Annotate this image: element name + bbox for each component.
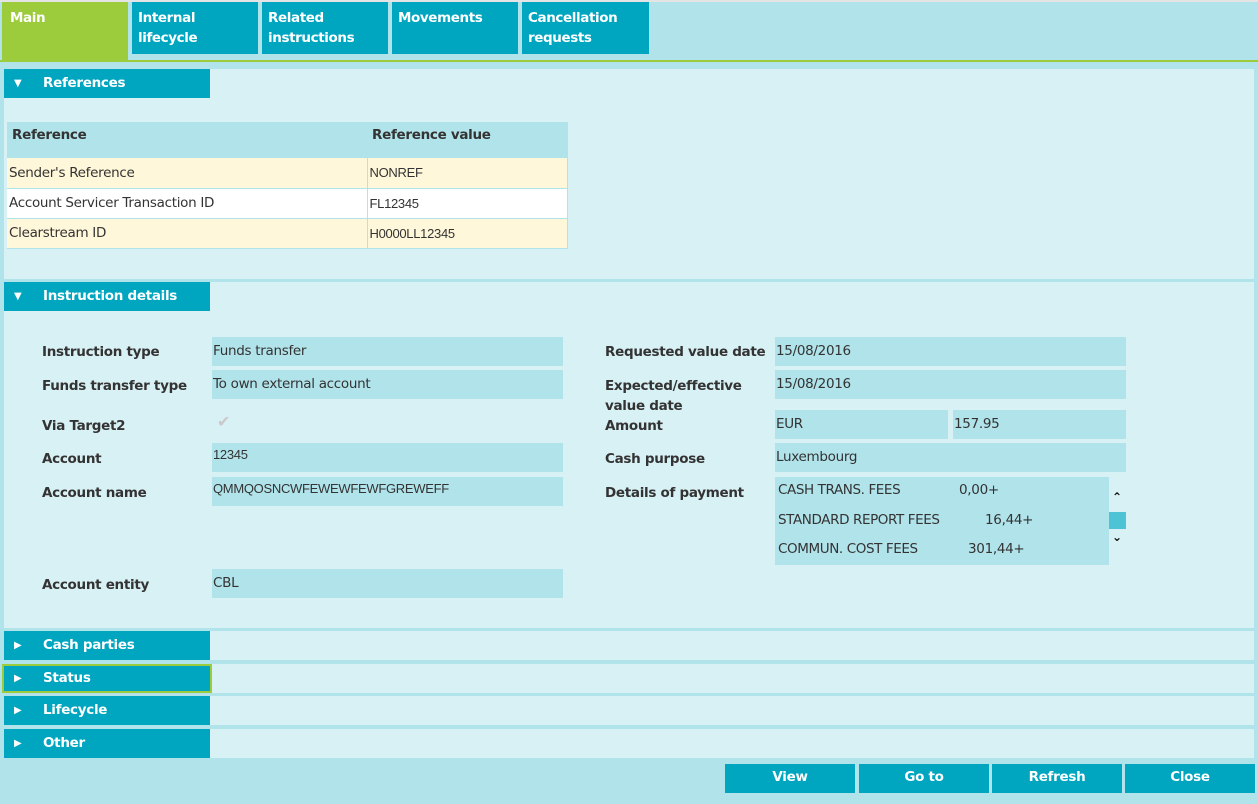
collapsed-triangle-icon: ▶ xyxy=(14,640,22,651)
reference-name: Account Servicer Transaction ID xyxy=(7,188,368,219)
scroll-up-icon[interactable]: ⌃ xyxy=(1112,490,1122,504)
table-row[interactable]: Account Servicer Transaction ID FL12345 xyxy=(7,188,568,219)
expected-value-date-label: Expected/effective value date xyxy=(605,378,742,414)
references-table: Reference Reference value Sender's Refer… xyxy=(7,122,568,249)
account-entity-label: Account entity xyxy=(42,577,150,593)
lifecycle-section: ▶ Lifecycle xyxy=(4,696,1254,725)
payment-line-amount: 0,00+ xyxy=(959,482,999,498)
cash-parties-section-header[interactable]: ▶ Cash parties xyxy=(4,631,210,660)
close-button[interactable]: Close xyxy=(1125,764,1255,793)
tab-underline xyxy=(0,60,1258,62)
lifecycle-section-header[interactable]: ▶ Lifecycle xyxy=(4,696,210,725)
collapsed-triangle-icon: ▶ xyxy=(14,673,22,684)
references-section: ▼ References Reference Reference value S… xyxy=(4,69,1254,279)
payment-line-text: COMMUN. COST FEES xyxy=(778,541,918,557)
payment-line-text: STANDARD REPORT FEES xyxy=(778,512,940,528)
section-title: Lifecycle xyxy=(43,702,108,718)
reference-name: Clearstream ID xyxy=(7,218,368,249)
table-header-row: Reference Reference value xyxy=(7,122,568,158)
other-section: ▶ Other xyxy=(4,729,1254,758)
account-label: Account xyxy=(42,451,102,467)
expected-value-date-field: 15/08/2016 xyxy=(775,370,1126,399)
amount-currency-field: EUR xyxy=(775,410,948,439)
via-target2-label: Via Target2 xyxy=(42,418,126,434)
account-name-field: QMMQOSNCWFEWEWFEWFGREWEFF xyxy=(212,477,563,506)
section-title: Instruction details xyxy=(43,288,178,304)
payment-line-text: CASH TRANS. FEES xyxy=(778,482,901,498)
instruction-details-section: ▼ Instruction details Instruction type F… xyxy=(4,282,1254,628)
collapsed-triangle-icon: ▶ xyxy=(14,705,22,716)
tab-bar: Main Internal lifecycle Related instruct… xyxy=(0,2,1258,62)
check-icon: ✔ xyxy=(217,412,231,431)
account-entity-field: CBL xyxy=(212,569,563,598)
account-field: 12345 xyxy=(212,443,563,472)
column-header-reference-value[interactable]: Reference value xyxy=(367,122,568,158)
refresh-button[interactable]: Refresh xyxy=(992,764,1122,793)
table-row[interactable]: Clearstream ID H0000LL12345 xyxy=(7,218,568,249)
cash-purpose-field: Luxembourg xyxy=(775,443,1126,472)
tab-main[interactable]: Main xyxy=(2,2,128,60)
cash-parties-section: ▶ Cash parties xyxy=(4,631,1254,660)
amount-label: Amount xyxy=(605,418,663,434)
reference-value: NONREF xyxy=(367,158,568,189)
requested-value-date-field: 15/08/2016 xyxy=(775,337,1126,366)
goto-button[interactable]: Go to xyxy=(859,764,989,793)
tab-movements[interactable]: Movements xyxy=(392,2,518,54)
instruction-details-section-header[interactable]: ▼ Instruction details xyxy=(4,282,210,311)
section-title: Cash parties xyxy=(43,637,135,653)
details-of-payment-label: Details of payment xyxy=(605,485,744,501)
instruction-type-label: Instruction type xyxy=(42,344,160,360)
section-title: Status xyxy=(43,670,91,686)
section-title: Other xyxy=(43,735,85,751)
reference-value: H0000LL12345 xyxy=(367,218,568,249)
column-header-reference[interactable]: Reference xyxy=(7,122,367,158)
expand-triangle-icon: ▼ xyxy=(14,78,22,89)
scrollbar-thumb[interactable] xyxy=(1109,512,1126,529)
table-row[interactable]: Sender's Reference NONREF xyxy=(7,158,568,189)
tab-internal-lifecycle[interactable]: Internal lifecycle xyxy=(132,2,258,54)
instruction-type-field: Funds transfer xyxy=(212,337,563,366)
tab-cancellation-requests[interactable]: Cancellation requests xyxy=(522,2,649,54)
tab-related-instructions[interactable]: Related instructions xyxy=(262,2,388,54)
scroll-down-icon[interactable]: ⌄ xyxy=(1112,530,1122,544)
collapsed-triangle-icon: ▶ xyxy=(14,738,22,749)
cash-purpose-label: Cash purpose xyxy=(605,451,705,467)
payment-line-amount: 301,44+ xyxy=(968,541,1025,557)
other-section-header[interactable]: ▶ Other xyxy=(4,729,210,758)
status-section-header[interactable]: ▶ Status xyxy=(2,664,212,693)
details-of-payment-field[interactable]: CASH TRANS. FEES 0,00+ STANDARD REPORT F… xyxy=(775,477,1109,565)
references-section-header[interactable]: ▼ References xyxy=(4,69,210,98)
funds-transfer-type-field: To own external account xyxy=(212,370,563,399)
section-title: References xyxy=(43,75,126,91)
account-name-label: Account name xyxy=(42,485,147,501)
requested-value-date-label: Requested value date xyxy=(605,344,766,360)
amount-value-field: 157.95 xyxy=(953,410,1126,439)
status-section: ▶ Status xyxy=(2,664,1254,693)
expand-triangle-icon: ▼ xyxy=(14,291,22,302)
view-button[interactable]: View xyxy=(725,764,855,793)
payment-line-amount: 16,44+ xyxy=(985,512,1034,528)
funds-transfer-type-label: Funds transfer type xyxy=(42,378,187,394)
reference-value: FL12345 xyxy=(367,188,568,219)
reference-name: Sender's Reference xyxy=(7,158,368,189)
